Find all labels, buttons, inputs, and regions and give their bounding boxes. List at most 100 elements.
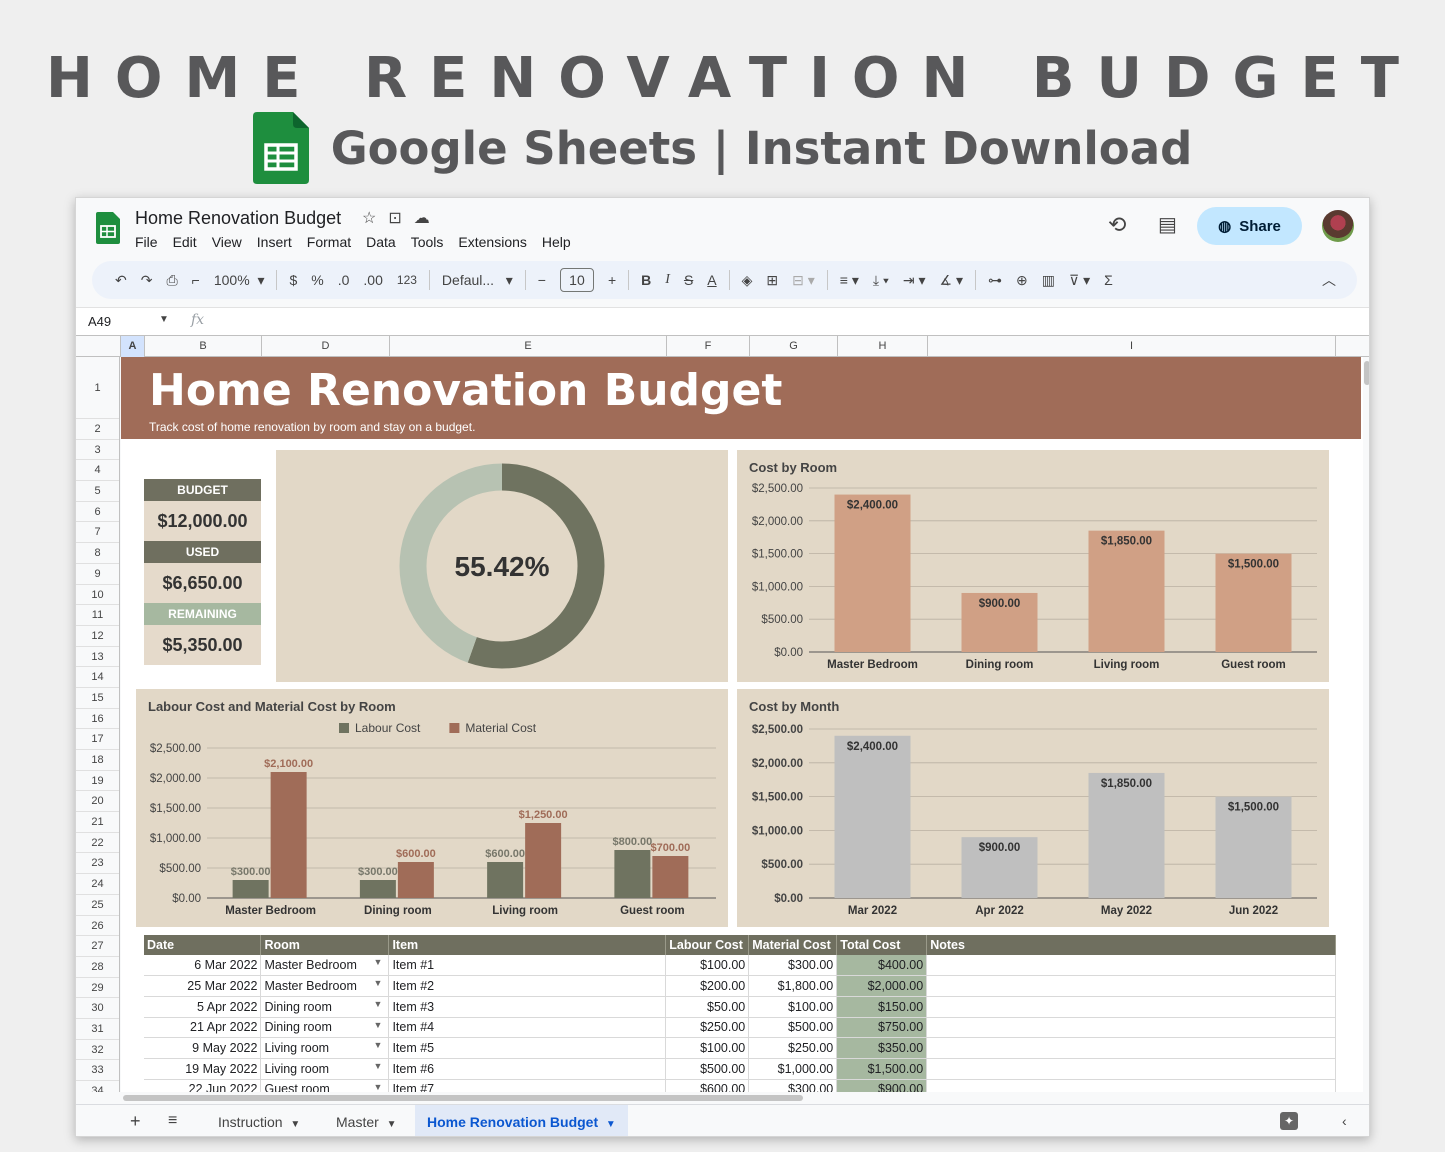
labour-cost-cell[interactable]: $500.00 [665, 1058, 750, 1080]
material-cost-cell[interactable]: $100.00 [748, 996, 838, 1018]
room-cell[interactable]: Living room ▼ [260, 1058, 390, 1080]
paint-format-icon[interactable]: ⌐ [185, 266, 207, 294]
labour-cost-cell[interactable]: $600.00 [665, 1079, 750, 1092]
share-button[interactable]: ◍ Share [1197, 207, 1302, 245]
row-header[interactable]: 11 [76, 605, 119, 626]
insert-comment-icon[interactable]: ⊕ [1009, 266, 1035, 294]
column-header-a[interactable]: A [121, 336, 145, 357]
date-cell[interactable]: 9 May 2022 [144, 1037, 262, 1059]
header-item[interactable]: Item [388, 935, 667, 955]
row-header[interactable]: 1 [76, 357, 119, 419]
item-cell[interactable]: Item #6 [388, 1058, 667, 1080]
column-header-e[interactable]: E [390, 336, 667, 357]
header-date[interactable]: Date [144, 935, 262, 955]
row-header[interactable]: 24 [76, 874, 119, 895]
room-cell[interactable]: Master Bedroom ▼ [260, 975, 390, 997]
room-cell[interactable]: Guest room ▼ [260, 1079, 390, 1092]
date-cell[interactable]: 22 Jun 2022 [144, 1079, 262, 1092]
donut-chart-panel[interactable]: 55.42% [276, 450, 728, 682]
row-header[interactable]: 15 [76, 688, 119, 709]
insert-chart-icon[interactable]: ▥ [1035, 266, 1062, 294]
row-header[interactable]: 16 [76, 709, 119, 730]
column-header-f[interactable]: F [667, 336, 750, 357]
tab-home-renovation-budget[interactable]: Home Renovation Budget ▼ [415, 1105, 628, 1136]
tab-master[interactable]: Master ▼ [324, 1105, 408, 1136]
row-header[interactable]: 25 [76, 895, 119, 916]
header-notes[interactable]: Notes [926, 935, 1336, 955]
text-color-button[interactable]: A [700, 266, 723, 294]
labour-material-panel[interactable]: Labour Cost and Material Cost by Room $0… [136, 689, 728, 927]
column-header-h[interactable]: H [838, 336, 928, 357]
chevron-left-icon[interactable]: ‹ [1342, 1113, 1347, 1129]
dropdown-arrow-icon[interactable]: ▼ [374, 1082, 383, 1092]
currency-format-button[interactable]: $ [282, 266, 304, 294]
bold-button[interactable]: B [634, 266, 658, 294]
all-sheets-icon[interactable]: ≡ [168, 1112, 177, 1130]
insert-link-icon[interactable]: ⊶ [981, 266, 1009, 294]
row-header[interactable]: 21 [76, 812, 119, 833]
undo-icon[interactable]: ↶ [108, 266, 134, 294]
row-header[interactable]: 33 [76, 1060, 119, 1081]
item-cell[interactable]: Item #3 [388, 996, 667, 1018]
labour-cost-cell[interactable]: $200.00 [665, 975, 750, 997]
dropdown-arrow-icon[interactable]: ▼ [374, 999, 383, 1009]
vertical-scrollbar[interactable] [1363, 357, 1369, 1092]
scroll-thumb[interactable] [1364, 361, 1369, 385]
row-header[interactable]: 20 [76, 791, 119, 813]
cost-by-room-panel[interactable]: Cost by Room $0.00 $500.00 $1,000.00 $1,500… [737, 450, 1329, 682]
labour-cost-cell[interactable]: $250.00 [665, 1017, 750, 1039]
name-box[interactable]: A49 [88, 314, 111, 329]
row-header[interactable]: 22 [76, 833, 119, 854]
tab-instruction[interactable]: Instruction ▼ [206, 1105, 312, 1136]
row-header[interactable]: 3 [76, 440, 119, 461]
dropdown-arrow-icon[interactable]: ▼ [374, 1061, 383, 1071]
strikethrough-button[interactable]: S [677, 266, 700, 294]
row-header[interactable]: 34 [76, 1081, 119, 1092]
redo-icon[interactable]: ↷ [134, 266, 160, 294]
date-cell[interactable]: 5 Apr 2022 [144, 996, 262, 1018]
total-cost-cell[interactable]: $1,500.00 [836, 1058, 928, 1080]
row-header[interactable]: 14 [76, 667, 119, 688]
row-header[interactable]: 23 [76, 853, 119, 875]
row-header[interactable]: 18 [76, 750, 119, 771]
text-wrap-icon[interactable]: ⇥ ▾ [896, 266, 933, 294]
dropdown-arrow-icon[interactable]: ▼ [374, 957, 383, 967]
document-title[interactable]: Home Renovation Budget [135, 208, 341, 229]
version-history-icon[interactable]: ⟲ [1108, 212, 1126, 238]
material-cost-cell[interactable]: $1,000.00 [748, 1058, 838, 1080]
font-select[interactable]: Defaul... ▾ [435, 266, 520, 294]
percent-format-button[interactable]: % [304, 266, 330, 294]
header-total-cost[interactable]: Total Cost [836, 935, 928, 955]
collapse-toolbar-icon[interactable]: ︿ [1315, 266, 1343, 294]
item-cell[interactable]: Item #4 [388, 1017, 667, 1039]
menu-help[interactable]: Help [542, 234, 571, 250]
notes-cell[interactable] [926, 1037, 1336, 1059]
total-cost-cell[interactable]: $150.00 [836, 996, 928, 1018]
cloud-status-icon[interactable]: ☁ [414, 208, 430, 228]
notes-cell[interactable] [926, 1058, 1336, 1080]
material-cost-cell[interactable]: $250.00 [748, 1037, 838, 1059]
row-header[interactable]: 13 [76, 647, 119, 668]
row-header[interactable]: 9 [76, 564, 119, 585]
menu-view[interactable]: View [212, 234, 242, 250]
total-cost-cell[interactable]: $400.00 [836, 955, 928, 977]
material-cost-cell[interactable]: $300.00 [748, 955, 838, 977]
item-cell[interactable]: Item #5 [388, 1037, 667, 1059]
menu-tools[interactable]: Tools [411, 234, 444, 250]
horizontal-scrollbar[interactable] [121, 1092, 1363, 1104]
merge-cells-icon[interactable]: ⊟ ▾ [785, 266, 822, 294]
notes-cell[interactable] [926, 975, 1336, 997]
row-header[interactable]: 28 [76, 957, 119, 978]
date-cell[interactable]: 6 Mar 2022 [144, 955, 262, 977]
row-header[interactable]: 5 [76, 481, 119, 502]
header-room[interactable]: Room [260, 935, 390, 955]
chevron-down-icon[interactable]: ▼ [159, 314, 169, 325]
increase-font-size-button[interactable]: + [601, 266, 623, 294]
borders-icon[interactable]: ⊞ [759, 266, 785, 294]
explore-icon[interactable]: ✦ [1280, 1112, 1298, 1130]
notes-cell[interactable] [926, 1079, 1336, 1092]
total-cost-cell[interactable]: $900.00 [836, 1079, 928, 1092]
notes-cell[interactable] [926, 996, 1336, 1018]
header-material-cost[interactable]: Material Cost [748, 935, 838, 955]
labour-cost-cell[interactable]: $100.00 [665, 955, 750, 977]
